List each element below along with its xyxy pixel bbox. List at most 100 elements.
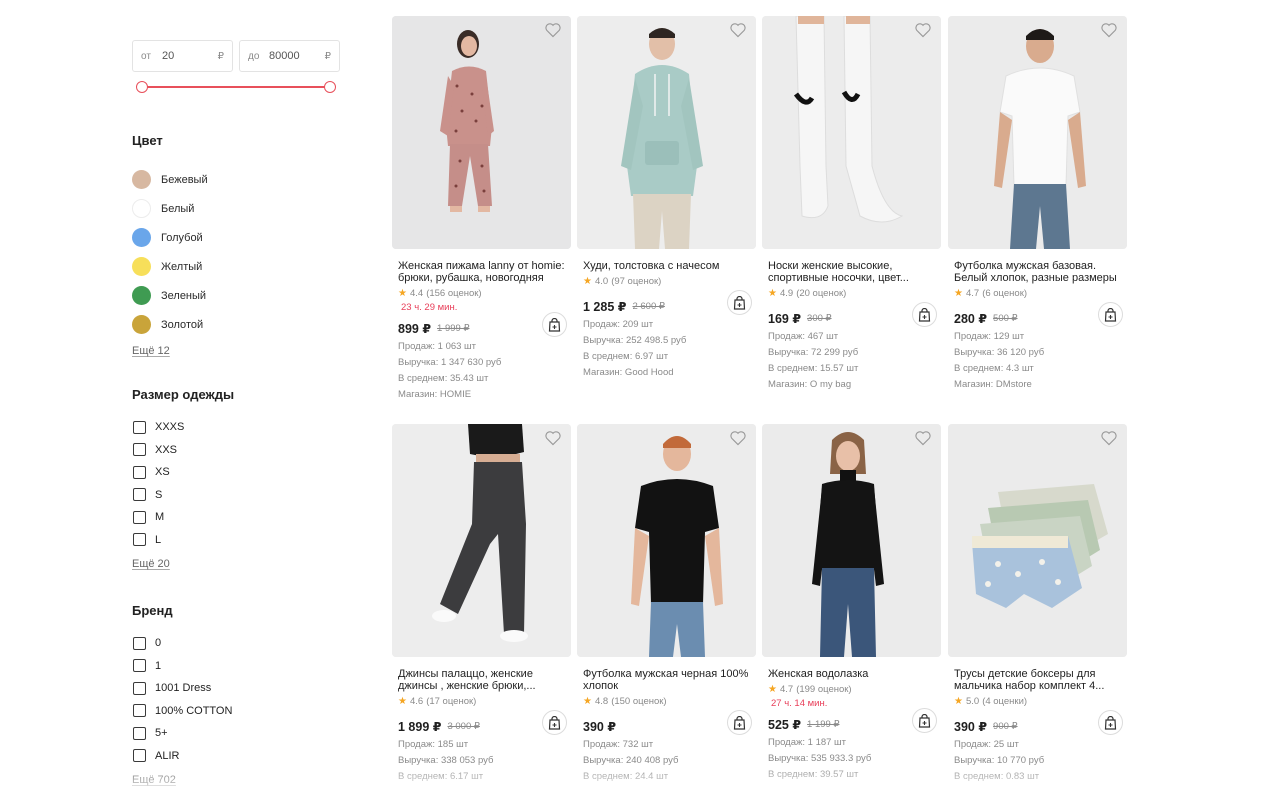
color-option[interactable]: Желтый	[132, 252, 340, 281]
reviews-count: (20 оценок)	[796, 288, 847, 299]
product-info: Женская водолазка ★ 4.7 (199 оценок) 27 ч.…	[762, 668, 941, 780]
product-photo-jeans[interactable]	[392, 424, 571, 657]
product-card[interactable]: Футболка мужская черная 100% хлопок ★ 4.8…	[577, 424, 756, 782]
product-old-price: 3 000 ₽	[447, 721, 480, 732]
brand-checkbox[interactable]	[133, 659, 146, 673]
size-checkbox[interactable]	[133, 443, 146, 457]
size-option[interactable]: XXXS	[132, 416, 340, 439]
add-to-cart-button[interactable]	[912, 302, 937, 327]
product-card[interactable]: Женская пижама lanny от homie: брюки, ру…	[392, 16, 571, 400]
add-to-cart-button[interactable]	[1098, 302, 1123, 327]
product-photo-pajama[interactable]	[392, 16, 571, 249]
size-checkbox[interactable]	[133, 420, 146, 434]
size-checkbox[interactable]	[133, 465, 146, 479]
heart-icon[interactable]	[544, 22, 562, 38]
product-title[interactable]: Женская пижама lanny от homie: брюки, ру…	[398, 260, 565, 284]
product-card[interactable]: Джинсы палаццо, женские джинсы , женские…	[392, 424, 571, 782]
brand-checkbox[interactable]	[133, 726, 146, 740]
price-range-slider[interactable]	[132, 80, 340, 94]
color-option-label: Золотой	[161, 318, 204, 331]
price-to-value[interactable]: 80000	[266, 50, 325, 62]
shopping-bag-icon	[733, 295, 746, 310]
product-price: 280 ₽	[954, 312, 988, 326]
shopping-bag-icon	[1104, 307, 1117, 322]
product-title[interactable]: Женская водолазка	[768, 668, 935, 680]
turtleneck-illustration	[762, 424, 941, 657]
brand-checkbox[interactable]	[133, 749, 146, 763]
color-option[interactable]: Зеленый	[132, 281, 340, 310]
brand-option[interactable]: 100% COTTON	[132, 700, 340, 723]
add-to-cart-button[interactable]	[542, 312, 567, 337]
size-option[interactable]: XS	[132, 461, 340, 484]
brand-option[interactable]: 1001 Dress	[132, 677, 340, 700]
product-photo-black-tee[interactable]	[577, 424, 756, 657]
sale-timer: 27 ч. 14 мин.	[771, 698, 828, 709]
brand-checkbox[interactable]	[133, 681, 146, 695]
color-option[interactable]: Голубой	[132, 223, 340, 252]
brand-checkbox[interactable]	[133, 636, 146, 650]
product-photo-boxers[interactable]	[948, 424, 1127, 657]
heart-icon[interactable]	[1100, 430, 1118, 446]
stat-revenue: Выручка: 72 299 руб	[768, 347, 859, 358]
size-option[interactable]: L	[132, 529, 340, 552]
size-more-link[interactable]: Ещё 20	[132, 558, 170, 570]
heart-icon[interactable]	[914, 22, 932, 38]
price-to-field[interactable]: до 80000 ₽	[239, 40, 340, 72]
product-card[interactable]: Футболка мужская базовая. Белый хлопок, …	[948, 16, 1127, 390]
rating-value: 4.7	[779, 684, 794, 695]
heart-icon[interactable]	[729, 22, 747, 38]
add-to-cart-button[interactable]	[912, 708, 937, 733]
brand-option[interactable]: 5+	[132, 722, 340, 745]
price-from-value[interactable]: 20	[159, 50, 218, 62]
stat-sales: Продаж: 185 шт	[398, 739, 469, 750]
price-max-handle[interactable]	[324, 81, 336, 93]
product-photo-hoodie[interactable]	[577, 16, 756, 249]
product-title[interactable]: Джинсы палаццо, женские джинсы , женские…	[398, 668, 565, 692]
star-icon: ★	[398, 696, 407, 707]
product-info: Джинсы палаццо, женские джинсы , женские…	[392, 668, 571, 782]
size-checkbox[interactable]	[133, 510, 146, 524]
brand-option[interactable]: ALIR	[132, 745, 340, 768]
size-option[interactable]: XXS	[132, 439, 340, 462]
price-min-handle[interactable]	[136, 81, 148, 93]
price-from-field[interactable]: от 20 ₽	[132, 40, 233, 72]
color-option[interactable]: Золотой	[132, 310, 340, 339]
brand-option-label: 1001 Dress	[155, 682, 212, 695]
product-photo-socks[interactable]	[762, 16, 941, 249]
color-option[interactable]: Белый	[132, 194, 340, 223]
size-option-label: L	[155, 533, 162, 546]
product-price: 390 ₽	[583, 720, 617, 734]
heart-icon[interactable]	[544, 430, 562, 446]
product-photo-turtleneck[interactable]	[762, 424, 941, 657]
add-to-cart-button[interactable]	[1098, 710, 1123, 735]
product-title[interactable]: Носки женские высокие, спортивные носочк…	[768, 260, 935, 284]
add-to-cart-button[interactable]	[542, 710, 567, 735]
color-more-link[interactable]: Ещё 12	[132, 345, 170, 357]
size-checkbox[interactable]	[133, 488, 146, 502]
brand-option[interactable]: 1	[132, 655, 340, 678]
product-card[interactable]: Женская водолазка ★ 4.7 (199 оценок) 27 ч.…	[762, 424, 941, 780]
size-checkbox[interactable]	[133, 533, 146, 547]
product-card[interactable]: Худи, толстовка с начесом ★ 4.0 (97 оценок…	[577, 16, 756, 378]
product-title[interactable]: Футболка мужская базовая. Белый хлопок, …	[954, 260, 1121, 284]
heart-icon[interactable]	[1100, 22, 1118, 38]
add-to-cart-button[interactable]	[727, 710, 752, 735]
brand-checkbox[interactable]	[133, 704, 146, 718]
reviews-count: (199 оценок)	[796, 684, 852, 695]
color-swatch	[132, 228, 151, 247]
rating-value: 5.0	[965, 696, 980, 707]
add-to-cart-button[interactable]	[727, 290, 752, 315]
product-title[interactable]: Футболка мужская черная 100% хлопок	[583, 668, 750, 692]
product-card[interactable]: Трусы детские боксеры для мальчика набор…	[948, 424, 1127, 782]
product-title[interactable]: Трусы детские боксеры для мальчика набор…	[954, 668, 1121, 692]
product-info: Худи, толстовка с начесом ★ 4.0 (97 оценок…	[577, 260, 756, 378]
color-option[interactable]: Бежевый	[132, 165, 340, 194]
product-card[interactable]: Носки женские высокие, спортивные носочк…	[762, 16, 941, 390]
brand-more-link[interactable]: Ещё 702	[132, 774, 176, 786]
size-option[interactable]: M	[132, 506, 340, 529]
heart-icon[interactable]	[914, 430, 932, 446]
brand-option[interactable]: 0	[132, 632, 340, 655]
heart-icon[interactable]	[729, 430, 747, 446]
size-option[interactable]: S	[132, 484, 340, 507]
product-photo-white-tee[interactable]	[948, 16, 1127, 249]
